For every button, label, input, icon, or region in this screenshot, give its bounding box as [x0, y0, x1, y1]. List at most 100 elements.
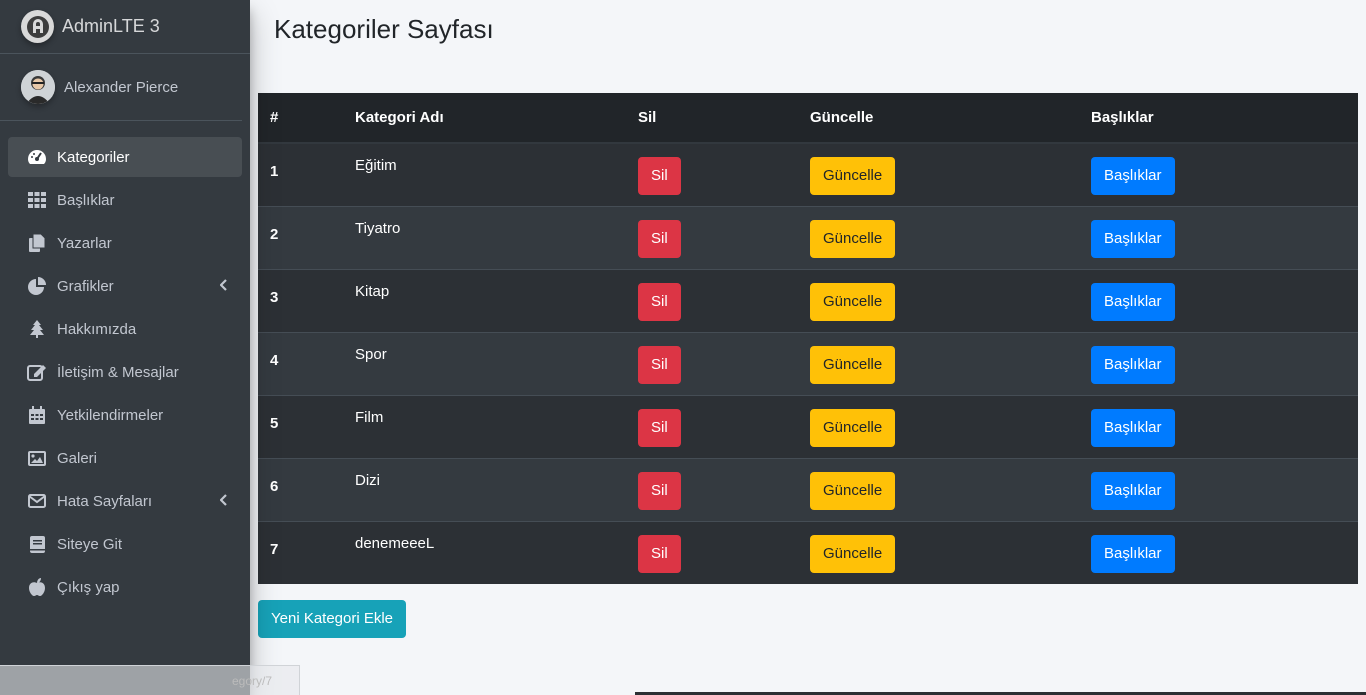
table-row: 2 Tiyatro Sil Güncelle Başlıklar: [258, 206, 1358, 269]
column-header: #: [258, 93, 343, 144]
row-id: 3: [270, 288, 279, 306]
sidebar-item-hakkimizda[interactable]: Hakkımızda: [8, 309, 242, 349]
headings-button[interactable]: Başlıklar: [1091, 157, 1175, 195]
sidebar-item-label: Yetkilendirmeler: [57, 406, 164, 424]
chart-pie-icon: [27, 276, 47, 296]
user-name[interactable]: Alexander Pierce: [64, 79, 178, 96]
sidebar-item-kategoriler[interactable]: Kategoriler: [8, 137, 242, 177]
sidebar-item-label: Başlıklar: [57, 191, 115, 209]
headings-button[interactable]: Başlıklar: [1091, 219, 1175, 258]
grid-icon: [27, 190, 47, 210]
category-name-text: Dizi: [355, 471, 380, 489]
sidebar-item-yazarlar[interactable]: Yazarlar: [8, 223, 242, 263]
update-button[interactable]: Güncelle: [810, 157, 896, 195]
delete-button[interactable]: Sil: [638, 157, 681, 195]
avatar: [21, 70, 55, 104]
row-id: 7: [270, 540, 279, 558]
sidebar-item-cikis-yap[interactable]: Çıkış yap: [8, 567, 242, 607]
brand-title: AdminLTE 3: [62, 16, 160, 36]
sidebar-item-label: Galeri: [57, 449, 98, 467]
table-row: 3 Kitap Sil Güncelle Başlıklar: [258, 269, 1358, 332]
update-button[interactable]: Güncelle: [810, 219, 896, 258]
sidebar-item-galeri[interactable]: Galeri: [8, 438, 242, 478]
update-button[interactable]: Güncelle: [810, 408, 896, 447]
update-button[interactable]: Güncelle: [810, 534, 896, 573]
column-header: Kategori Adı: [343, 93, 626, 144]
apple-icon: [27, 577, 47, 597]
category-name-text: Spor: [355, 345, 387, 363]
sidebar-item-yetkilendirmeler[interactable]: Yetkilendirmeler: [8, 395, 242, 435]
sidebar-item-label: Hata Sayfaları: [57, 492, 153, 510]
brand-link[interactable]: AdminLTE 3: [0, 0, 250, 54]
table-row: 7 denemeeeL Sil Güncelle Başlıklar: [258, 521, 1358, 584]
row-id: 6: [270, 477, 279, 495]
delete-button[interactable]: Sil: [638, 471, 681, 510]
calendar-icon: [27, 405, 47, 425]
category-name: Dizi: [343, 458, 626, 521]
category-name-text: Film: [355, 408, 384, 426]
sidebar-item-label: Hakkımızda: [57, 320, 137, 338]
delete-button[interactable]: Sil: [638, 408, 681, 447]
table-row: 4 Spor Sil Güncelle Başlıklar: [258, 332, 1358, 395]
table-row: 5 Film Sil Güncelle Başlıklar: [258, 395, 1358, 458]
delete-button[interactable]: Sil: [638, 345, 681, 384]
categories-table: # Kategori Adı Sil Güncelle Başlıklar 1 …: [258, 93, 1358, 584]
table-row: 1 Eğitim Sil Güncelle Başlıklar: [258, 143, 1358, 206]
status-url: egory/7: [232, 674, 273, 688]
table-row: 6 Dizi Sil Güncelle Başlıklar: [258, 458, 1358, 521]
chevron-left-icon: [219, 493, 228, 511]
headings-button[interactable]: Başlıklar: [1091, 534, 1175, 573]
delete-button[interactable]: Sil: [638, 534, 681, 573]
page-title: Kategoriler Sayfası: [274, 14, 494, 44]
category-name: Film: [343, 395, 626, 458]
sidebar-item-label: Çıkış yap: [57, 578, 120, 596]
chevron-left-icon: [219, 278, 228, 296]
row-id: 5: [270, 414, 279, 432]
category-name-text: Tiyatro: [355, 219, 401, 237]
sidebar-item-grafikler[interactable]: Grafikler: [8, 266, 242, 306]
headings-button[interactable]: Başlıklar: [1091, 282, 1175, 321]
headings-button[interactable]: Başlıklar: [1091, 408, 1175, 447]
sidebar-item-label: Kategoriler: [57, 148, 130, 166]
category-name: Tiyatro: [343, 206, 626, 269]
edit-icon: [27, 362, 47, 382]
brand-logo-icon: [21, 10, 54, 43]
book-icon: [27, 534, 47, 554]
update-button[interactable]: Güncelle: [810, 282, 896, 321]
copy-icon: [27, 233, 47, 253]
sidebar-item-iletisim[interactable]: İletişim & Mesajlar: [8, 352, 242, 392]
category-name-text: denemeeeL: [355, 534, 435, 552]
table-header-row: # Kategori Adı Sil Güncelle Başlıklar: [258, 93, 1358, 144]
sidebar-item-label: Grafikler: [57, 277, 114, 295]
headings-button[interactable]: Başlıklar: [1091, 471, 1175, 510]
category-name: Kitap: [343, 269, 626, 332]
update-button[interactable]: Güncelle: [810, 345, 896, 384]
row-id: 2: [270, 225, 279, 243]
category-name-text: Kitap: [355, 282, 390, 300]
dashboard-icon: [27, 147, 47, 167]
tree-icon: [27, 319, 47, 339]
headings-button[interactable]: Başlıklar: [1091, 345, 1175, 384]
image-icon: [27, 448, 47, 468]
row-id: 1: [270, 163, 279, 180]
browser-status-bar: egory/7: [0, 665, 300, 695]
add-category-button[interactable]: Yeni Kategori Ekle: [258, 600, 407, 638]
delete-button[interactable]: Sil: [638, 282, 681, 321]
content-wrapper: Kategoriler Sayfası # Kategori Adı Sil G…: [250, 0, 1366, 695]
category-name: Spor: [343, 332, 626, 395]
sidebar-item-label: İletişim & Mesajlar: [57, 363, 179, 381]
envelope-icon: [27, 491, 47, 511]
sidebar-item-basliklar[interactable]: Başlıklar: [8, 180, 242, 220]
sidebar: AdminLTE 3 Alexander Pierce Kategoriler: [0, 0, 250, 695]
delete-button[interactable]: Sil: [638, 219, 681, 258]
sidebar-item-siteye-git[interactable]: Siteye Git: [8, 524, 242, 564]
column-header: Sil: [626, 93, 798, 144]
update-button[interactable]: Güncelle: [810, 471, 896, 510]
user-panel[interactable]: Alexander Pierce: [0, 54, 242, 121]
column-header: Güncelle: [798, 93, 1079, 144]
sidebar-item-label: Siteye Git: [57, 535, 123, 553]
category-name-text: Eğitim: [355, 157, 397, 174]
sidebar-item-hata-sayfalari[interactable]: Hata Sayfaları: [8, 481, 242, 521]
sidebar-nav: Kategoriler Başlıklar Yazarlar Grafikler: [0, 121, 250, 607]
sidebar-item-label: Yazarlar: [57, 234, 112, 252]
